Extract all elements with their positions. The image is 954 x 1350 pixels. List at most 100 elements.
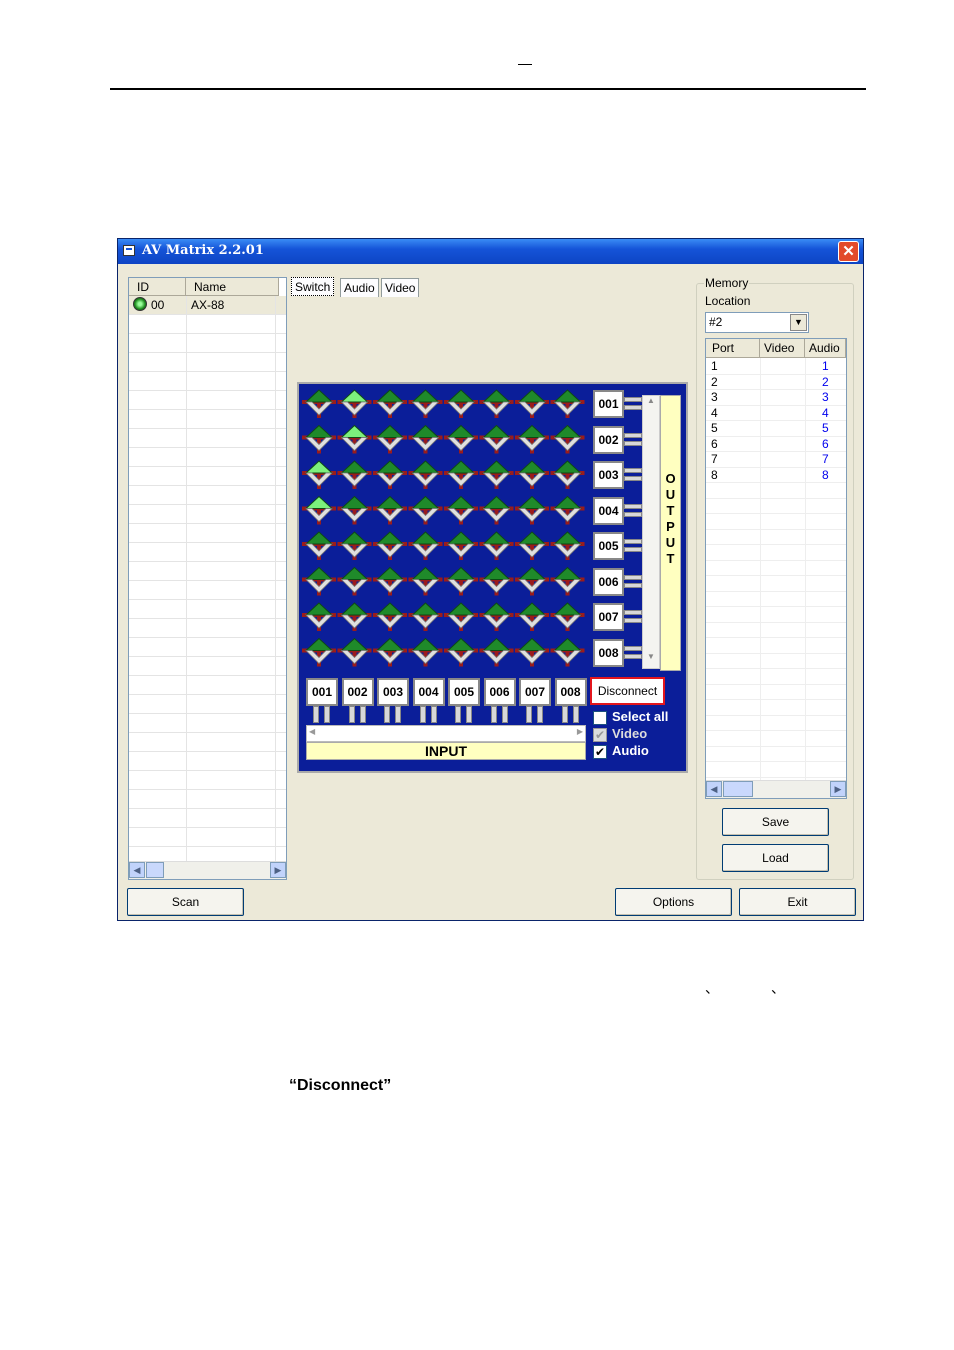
scroll-thumb[interactable] <box>146 862 164 878</box>
crosspoint-o005-i005[interactable] <box>444 531 478 560</box>
output-button-002[interactable]: 002 <box>593 425 624 454</box>
crosspoint-o004-i005[interactable] <box>444 495 478 525</box>
scroll-right-icon[interactable]: ▶ <box>830 781 846 797</box>
input-button-003[interactable]: 003 <box>377 678 409 706</box>
crosspoint-o004-i001[interactable] <box>302 495 336 525</box>
column-header-audio[interactable]: Audio <box>805 339 846 358</box>
column-header-name[interactable]: Name <box>186 278 279 296</box>
crosspoint-o002-i003[interactable] <box>373 424 407 454</box>
output-button-003[interactable]: 003 <box>593 461 624 489</box>
crosspoint-o004-i002[interactable] <box>337 495 372 525</box>
disconnect-button[interactable]: Disconnect <box>590 677 665 705</box>
memory-row[interactable]: 33 <box>706 390 846 406</box>
crosspoint-o008-i004[interactable] <box>408 637 443 667</box>
crosspoint-o007-i005[interactable] <box>444 602 478 631</box>
chevron-down-icon[interactable]: ▼ <box>790 314 807 331</box>
output-button-008[interactable]: 008 <box>593 638 624 667</box>
input-button-007[interactable]: 007 <box>519 678 551 706</box>
crosspoint-o005-i006[interactable] <box>479 531 514 560</box>
location-select[interactable]: #2 ▼ <box>705 312 809 333</box>
crosspoint-o002-i007[interactable] <box>515 424 549 454</box>
crosspoint-o003-i003[interactable] <box>373 460 407 489</box>
audio-checkbox[interactable]: ✔ <box>593 745 607 759</box>
crosspoint-o002-i004[interactable] <box>408 424 443 454</box>
crosspoint-o003-i007[interactable] <box>515 460 549 489</box>
memory-row[interactable]: 22 <box>706 375 846 390</box>
device-row[interactable]: 00 AX-88 <box>129 296 286 315</box>
memory-row[interactable]: 55 <box>706 421 846 437</box>
input-button-005[interactable]: 005 <box>448 678 480 706</box>
scroll-right-icon[interactable]: ▶ <box>577 727 583 736</box>
crosspoint-o002-i005[interactable] <box>444 424 478 454</box>
input-button-004[interactable]: 004 <box>412 678 445 706</box>
crosspoint-o003-i008[interactable] <box>550 460 585 489</box>
output-scrollbar[interactable]: ▲ ▼ <box>642 395 660 669</box>
crosspoint-o007-i007[interactable] <box>515 602 549 631</box>
crosspoint-o006-i003[interactable] <box>373 566 407 596</box>
input-button-002[interactable]: 002 <box>341 678 374 706</box>
crosspoint-o006-i001[interactable] <box>302 566 336 596</box>
crosspoint-o008-i001[interactable] <box>302 637 336 667</box>
memory-row[interactable]: 66 <box>706 437 846 452</box>
crosspoint-o008-i006[interactable] <box>479 637 514 667</box>
crosspoint-o006-i008[interactable] <box>550 566 585 596</box>
crosspoint-o008-i003[interactable] <box>373 637 407 667</box>
input-scrollbar[interactable]: ◀ ▶ <box>306 725 586 742</box>
input-button-006[interactable]: 006 <box>483 678 516 706</box>
column-header-id[interactable]: ID <box>129 278 186 296</box>
crosspoint-o001-i005[interactable] <box>444 389 478 418</box>
output-button-006[interactable]: 006 <box>593 567 624 596</box>
crosspoint-o007-i008[interactable] <box>550 602 585 631</box>
crosspoint-o001-i003[interactable] <box>373 389 407 418</box>
memory-table[interactable]: Port Video Audio 1122334455667788 ◀ ▶ <box>705 338 847 799</box>
memory-row[interactable]: 88 <box>706 468 846 483</box>
crosspoint-o001-i007[interactable] <box>515 389 549 418</box>
column-header-video[interactable]: Video <box>760 339 805 358</box>
scroll-up-icon[interactable]: ▲ <box>643 396 659 412</box>
crosspoint-o003-i004[interactable] <box>408 460 443 489</box>
tab-video[interactable]: Video <box>381 278 420 297</box>
crosspoint-o005-i004[interactable] <box>408 531 443 560</box>
crosspoint-o005-i002[interactable] <box>337 531 372 560</box>
crosspoint-o003-i002[interactable] <box>337 460 372 489</box>
crosspoint-o006-i006[interactable] <box>479 566 514 596</box>
crosspoint-o005-i008[interactable] <box>550 531 585 560</box>
crosspoint-o005-i003[interactable] <box>373 531 407 560</box>
device-list[interactable]: ID Name 00 AX-88 ◀ ▶ <box>128 277 287 880</box>
crosspoint-o004-i006[interactable] <box>479 495 514 525</box>
crosspoint-o003-i005[interactable] <box>444 460 478 489</box>
crosspoint-o002-i001[interactable] <box>302 424 336 454</box>
input-button-001[interactable]: 001 <box>306 678 338 706</box>
crosspoint-o002-i002[interactable] <box>337 424 372 454</box>
input-button-008[interactable]: 008 <box>554 678 587 706</box>
crosspoint-o008-i008[interactable] <box>550 637 585 667</box>
crosspoint-o006-i007[interactable] <box>515 566 549 596</box>
crosspoint-o006-i002[interactable] <box>337 566 372 596</box>
device-list-hscroll[interactable]: ◀ ▶ <box>129 861 286 879</box>
scan-button[interactable]: Scan <box>127 888 244 916</box>
crosspoint-o004-i007[interactable] <box>515 495 549 525</box>
crosspoint-grid[interactable] <box>299 384 589 674</box>
output-button-004[interactable]: 004 <box>593 496 624 525</box>
crosspoint-o002-i008[interactable] <box>550 424 585 454</box>
crosspoint-o007-i004[interactable] <box>408 602 443 631</box>
crosspoint-o004-i004[interactable] <box>408 495 443 525</box>
select-all-checkbox[interactable] <box>593 711 607 725</box>
crosspoint-o008-i002[interactable] <box>337 637 372 667</box>
crosspoint-o008-i005[interactable] <box>444 637 478 667</box>
crosspoint-o008-i007[interactable] <box>515 637 549 667</box>
options-button[interactable]: Options <box>615 888 732 916</box>
tab-audio[interactable]: Audio <box>340 278 379 297</box>
crosspoint-o005-i007[interactable] <box>515 531 549 560</box>
crosspoint-o005-i001[interactable] <box>302 531 336 560</box>
scroll-left-icon[interactable]: ◀ <box>309 727 315 736</box>
scroll-thumb[interactable] <box>723 781 753 797</box>
column-header-port[interactable]: Port <box>706 339 760 358</box>
crosspoint-o004-i003[interactable] <box>373 495 407 525</box>
output-button-007[interactable]: 007 <box>593 603 624 631</box>
scroll-left-icon[interactable]: ◀ <box>129 862 145 878</box>
crosspoint-o003-i001[interactable] <box>302 460 336 489</box>
crosspoint-o001-i006[interactable] <box>479 389 514 418</box>
crosspoint-o007-i003[interactable] <box>373 602 407 631</box>
crosspoint-o001-i004[interactable] <box>408 389 443 418</box>
